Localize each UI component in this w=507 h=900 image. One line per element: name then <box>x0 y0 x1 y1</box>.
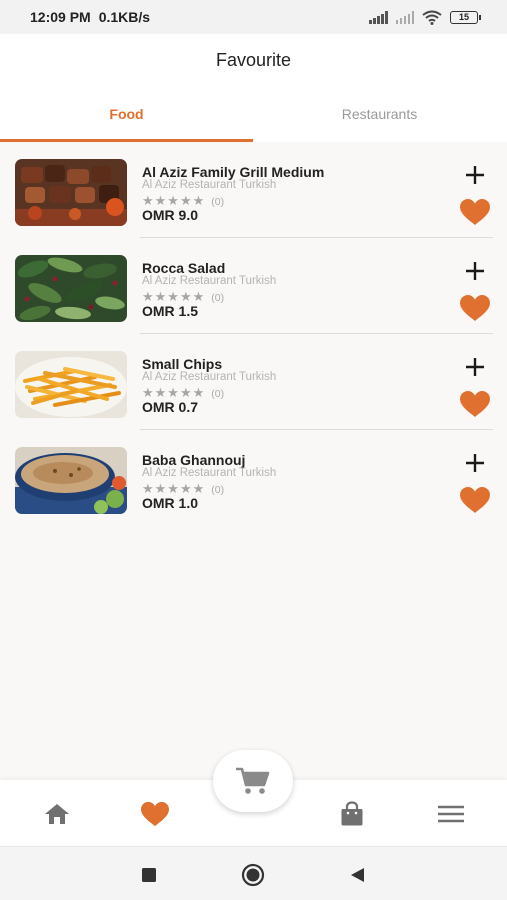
item-name: Rocca Salad <box>142 260 226 276</box>
list-item[interactable]: Rocca Salad Al Aziz Restaurant Turkish ★… <box>0 238 507 334</box>
rating-count: (0) <box>211 292 225 304</box>
cart-icon <box>236 767 270 794</box>
status-time: 12:09 PM <box>30 9 91 25</box>
rating-count: (0) <box>211 388 225 400</box>
add-to-cart-button[interactable] <box>460 256 490 286</box>
grilled-meat-image <box>15 159 127 226</box>
home-system-button[interactable] <box>241 863 265 887</box>
menu-icon <box>438 805 464 823</box>
heart-icon <box>141 801 169 827</box>
rating-count: (0) <box>211 196 225 208</box>
system-nav-bar <box>0 846 507 900</box>
tab-food[interactable]: Food <box>0 106 253 142</box>
item-restaurant: Al Aziz Restaurant Turkish <box>142 467 277 479</box>
list-item[interactable]: Baba Ghannouj Al Aziz Restaurant Turkish… <box>0 430 507 526</box>
heart-icon <box>460 199 490 225</box>
food-thumbnail <box>15 255 127 322</box>
favourite-toggle-button[interactable] <box>458 293 492 323</box>
plus-icon <box>466 358 484 376</box>
square-icon <box>142 868 156 882</box>
item-price: OMR 1.5 <box>142 303 199 319</box>
rating-stars: ★★★★★ <box>142 385 206 400</box>
baba-ghannouj-image <box>15 447 127 514</box>
rating-count: (0) <box>211 484 225 496</box>
rating-stars: ★★★★★ <box>142 289 206 304</box>
plus-icon <box>466 166 484 184</box>
nav-menu-button[interactable] <box>434 797 468 831</box>
tab-restaurants-label: Restaurants <box>341 106 418 122</box>
favourites-list: Al Aziz Family Grill Medium Al Aziz Rest… <box>0 142 507 526</box>
tab-restaurants[interactable]: Restaurants <box>253 106 506 142</box>
nav-home-button[interactable] <box>40 797 74 831</box>
add-to-cart-button[interactable] <box>460 448 490 478</box>
food-thumbnail <box>15 159 127 226</box>
tab-food-label: Food <box>109 106 144 122</box>
heart-icon <box>460 391 490 417</box>
heart-icon <box>460 487 490 513</box>
cart-button[interactable] <box>213 750 293 812</box>
list-item[interactable]: Small Chips Al Aziz Restaurant Turkish ★… <box>0 334 507 430</box>
add-to-cart-button[interactable] <box>460 352 490 382</box>
signal-icon <box>369 10 388 24</box>
food-thumbnail <box>15 351 127 418</box>
recent-apps-button[interactable] <box>137 863 161 887</box>
rating-stars: ★★★★★ <box>142 481 206 496</box>
plus-icon <box>466 454 484 472</box>
network-speed: 0.1KB/s <box>98 9 151 25</box>
favourite-toggle-button[interactable] <box>458 485 492 515</box>
item-restaurant: Al Aziz Restaurant Turkish <box>142 179 277 191</box>
nav-favourites-button[interactable] <box>138 797 172 831</box>
plus-icon <box>466 262 484 280</box>
salad-image <box>15 255 127 322</box>
battery-level: 15 <box>450 10 478 24</box>
list-item[interactable]: Al Aziz Family Grill Medium Al Aziz Rest… <box>0 142 507 238</box>
page-header: Favourite Food Restaurants <box>0 34 507 142</box>
page-title: Favourite <box>215 50 292 70</box>
item-restaurant: Al Aziz Restaurant Turkish <box>142 371 277 383</box>
wifi-icon <box>422 10 442 25</box>
item-price: OMR 9.0 <box>142 207 199 223</box>
item-restaurant: Al Aziz Restaurant Turkish <box>142 275 277 287</box>
status-icons: 15 <box>369 10 481 25</box>
back-button[interactable] <box>345 863 369 887</box>
battery-icon: 15 <box>450 10 481 24</box>
bag-icon <box>341 801 363 826</box>
item-name: Baba Ghannouj <box>142 452 246 468</box>
fries-image <box>15 351 127 418</box>
item-price: OMR 1.0 <box>142 495 199 511</box>
nav-orders-button[interactable] <box>335 797 369 831</box>
home-icon <box>45 804 69 824</box>
heart-icon <box>460 295 490 321</box>
item-price: OMR 0.7 <box>142 399 199 415</box>
add-to-cart-button[interactable] <box>460 160 490 190</box>
rating-stars: ★★★★★ <box>142 193 206 208</box>
favourite-toggle-button[interactable] <box>458 197 492 227</box>
signal-2-icon <box>395 10 414 24</box>
status-bar: 12:09 PM 0.1KB/s 15 <box>0 0 507 34</box>
back-triangle-icon <box>351 868 364 882</box>
favourite-toggle-button[interactable] <box>458 389 492 419</box>
circle-icon <box>241 863 265 887</box>
item-name: Small Chips <box>142 356 223 372</box>
food-thumbnail <box>15 447 127 514</box>
item-name: Al Aziz Family Grill Medium <box>142 164 325 180</box>
